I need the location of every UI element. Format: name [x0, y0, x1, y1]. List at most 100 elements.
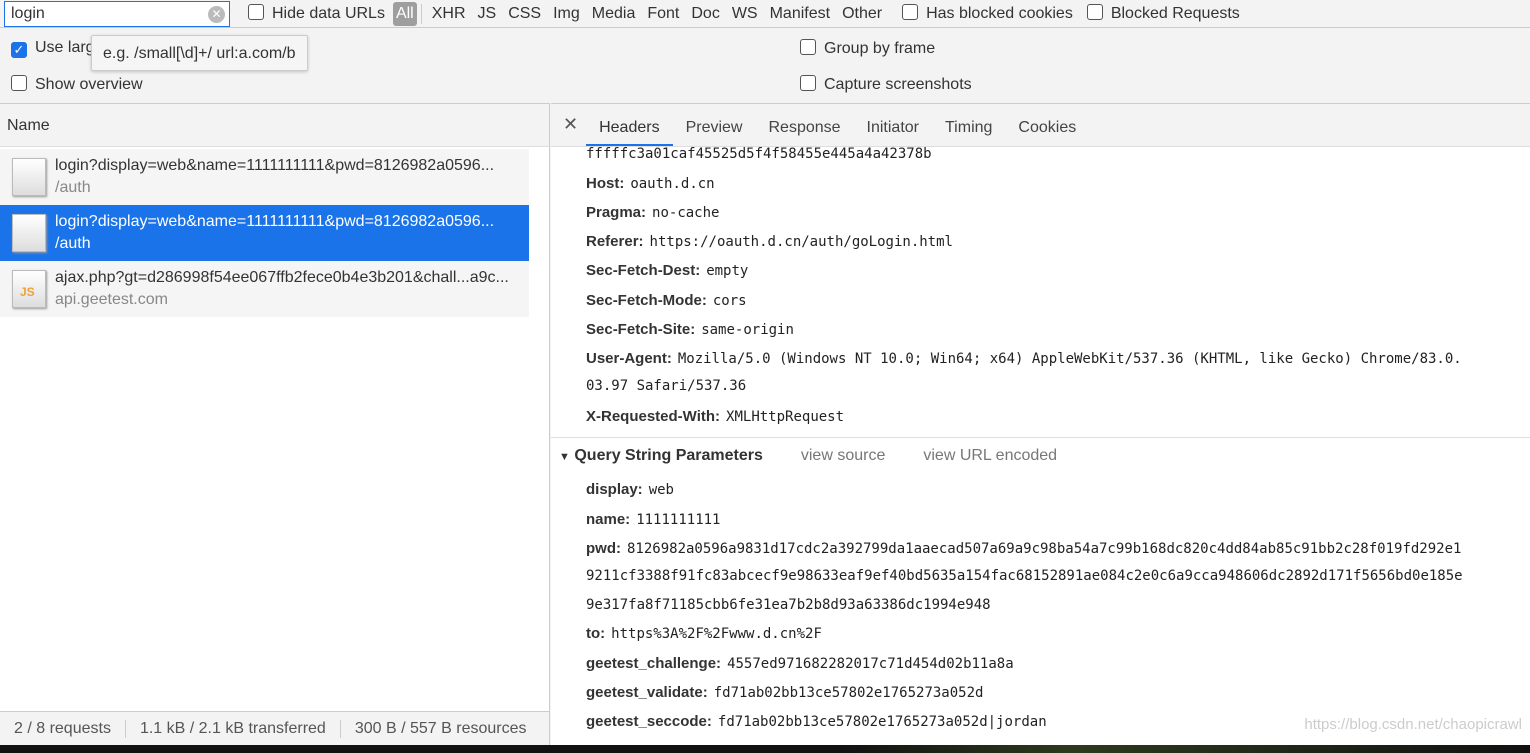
tab-initiator[interactable]: Initiator — [854, 119, 932, 146]
header-value: fd71ab02bb13ce57802e1765273a052d|jordan — [717, 714, 1047, 730]
request-row[interactable]: login?display=web&name=1111111111&pwd=81… — [0, 149, 529, 205]
triangle-down-icon: ▼ — [559, 451, 570, 463]
filter-bar: login ✕ Hide data URLs All XHR JS CSS Img… — [0, 0, 1530, 28]
header-value: Mozilla/5.0 (Windows NT 10.0; Win64; x64… — [677, 351, 1462, 367]
header-key: display: — [586, 481, 643, 498]
request-name: login?display=web&name=1111111111&pwd=81… — [55, 213, 495, 230]
request-path: api.geetest.com — [55, 291, 168, 308]
show-overview-checkbox[interactable]: Show overview — [11, 75, 143, 94]
column-header-name[interactable]: Name — [0, 104, 549, 147]
header-value: https://oauth.d.cn/auth/goLogin.html — [649, 234, 953, 250]
header-line: Sec-Fetch-Mode: cors — [586, 292, 747, 309]
status-bar: 2 / 8 requests 1.1 kB / 2.1 kB transferr… — [0, 711, 549, 745]
header-key: geetest_challenge: — [586, 655, 722, 672]
request-path: /auth — [55, 179, 91, 196]
close-icon[interactable]: ✕ — [551, 114, 586, 146]
type-css[interactable]: CSS — [502, 5, 547, 23]
checkbox-icon — [248, 4, 264, 20]
header-key: geetest_validate: — [586, 684, 708, 701]
header-value: no-cache — [652, 205, 720, 221]
view-url-encoded-link[interactable]: view URL encoded — [923, 447, 1057, 464]
type-all[interactable]: All — [392, 1, 417, 26]
tab-timing[interactable]: Timing — [932, 119, 1005, 146]
type-other[interactable]: Other — [836, 5, 888, 23]
type-doc[interactable]: Doc — [685, 5, 725, 23]
request-row-selected[interactable]: login?display=web&name=1111111111&pwd=81… — [0, 205, 529, 261]
header-value: 03.97 Safari/537.36 — [586, 378, 747, 394]
request-path: /auth — [55, 235, 91, 252]
checkbox-icon — [11, 75, 27, 91]
type-img[interactable]: Img — [547, 5, 586, 23]
header-value: 8126982a0596a9831d17cdc2a392799da1aaecad… — [627, 541, 1462, 557]
tab-headers[interactable]: Headers — [586, 119, 673, 146]
request-name: login?display=web&name=1111111111&pwd=81… — [55, 157, 495, 174]
type-manifest[interactable]: Manifest — [764, 5, 836, 23]
checkbox-icon — [800, 75, 816, 91]
header-line: 9e317fa8f71185cbb6fe31ea7b2b8d93a63386dc… — [586, 597, 991, 613]
header-key: Sec-Fetch-Site: — [586, 321, 696, 338]
divider — [551, 437, 1530, 438]
query-string-section[interactable]: ▼ Query String Parameters view source view… — [559, 447, 1057, 465]
filter-value: login — [11, 4, 45, 22]
type-js[interactable]: JS — [472, 5, 503, 23]
header-line: geetest_challenge: 4557ed971682282017c71d… — [586, 655, 1014, 672]
header-value: same-origin — [701, 322, 794, 338]
header-value: 9211cf3388f91fc83abcecf9e98633eaf9ef40bd… — [586, 568, 1463, 584]
label: Show overview — [35, 76, 143, 93]
detail-tabs: ✕ Headers Preview Response Initiator Tim… — [551, 104, 1530, 147]
capture-screenshots-checkbox[interactable]: Capture screenshots — [800, 75, 972, 94]
request-count: 2 / 8 requests — [0, 719, 126, 738]
header-line: display: web — [586, 481, 674, 498]
header-line: Sec-Fetch-Site: same-origin — [586, 321, 794, 338]
checkmark-icon: ✓ — [11, 42, 27, 58]
header-value: 9e317fa8f71185cbb6fe31ea7b2b8d93a63386dc… — [586, 597, 991, 613]
type-media[interactable]: Media — [586, 5, 642, 23]
header-value: 1111111111 — [636, 512, 721, 528]
header-value: XMLHttpRequest — [726, 409, 845, 425]
tab-response[interactable]: Response — [755, 119, 853, 146]
header-value: https%3A%2F%2Fwww.d.cn%2F — [611, 626, 822, 642]
header-key: Referer: — [586, 233, 644, 250]
view-source-link[interactable]: view source — [801, 447, 885, 464]
header-key: User-Agent: — [586, 350, 672, 367]
blocked-requests-checkbox[interactable]: Blocked Requests — [1086, 4, 1240, 23]
transferred-size: 1.1 kB / 2.1 kB transferred — [126, 719, 341, 738]
request-row[interactable]: JS ajax.php?gt=d286998f54ee067ffb2fece0b4… — [0, 261, 529, 317]
watermark: https://blog.csdn.net/chaopicrawl — [1304, 716, 1522, 733]
use-large-rows-checkbox[interactable]: ✓ Use larg — [11, 39, 95, 58]
header-key: Sec-Fetch-Mode: — [586, 292, 707, 309]
group-by-frame-checkbox[interactable]: Group by frame — [800, 39, 935, 58]
type-xhr[interactable]: XHR — [426, 5, 472, 23]
filter-tooltip: e.g. /small[\d]+/ url:a.com/b — [91, 35, 308, 71]
label: Hide data URLs — [272, 5, 385, 22]
header-line: geetest_validate: fd71ab02bb13ce57802e176… — [586, 684, 983, 701]
header-line: Sec-Fetch-Dest: empty — [586, 262, 748, 279]
clear-icon[interactable]: ✕ — [208, 5, 225, 23]
header-line: Pragma: no-cache — [586, 204, 719, 221]
header-line: to: https%3A%2F%2Fwww.d.cn%2F — [586, 625, 822, 642]
checkbox-icon — [1086, 4, 1103, 20]
header-line: 9211cf3388f91fc83abcecf9e98633eaf9ef40bd… — [586, 568, 1463, 584]
has-blocked-cookies-checkbox[interactable]: Has blocked cookies — [902, 4, 1073, 23]
tab-cookies[interactable]: Cookies — [1005, 119, 1089, 146]
background-strip — [0, 745, 1530, 753]
header-line: Referer: https://oauth.d.cn/auth/goLogin.… — [586, 233, 953, 250]
header-key: to: — [586, 625, 606, 642]
tab-preview[interactable]: Preview — [673, 119, 756, 146]
divider — [420, 3, 422, 24]
header-value: fd71ab02bb13ce57802e1765273a052d — [713, 685, 984, 701]
header-line: User-Agent: Mozilla/5.0 (Windows NT 10.0;… — [586, 350, 1462, 367]
header-line: 03.97 Safari/537.36 — [586, 378, 746, 394]
header-value: fffffc3a01caf45525d5f4f58455e445a4a42378… — [586, 146, 932, 162]
type-ws[interactable]: WS — [726, 5, 764, 23]
header-line: Host: oauth.d.cn — [586, 175, 715, 192]
header-line: pwd: 8126982a0596a9831d17cdc2a392799da1aa… — [586, 540, 1461, 557]
section-title: Query String Parameters — [574, 447, 763, 464]
filter-input[interactable]: login ✕ — [4, 0, 230, 27]
label: Group by frame — [824, 40, 936, 57]
header-line: fffffc3a01caf45525d5f4f58455e445a4a42378… — [586, 146, 932, 162]
resources-size: 300 B / 557 B resources — [354, 719, 527, 737]
header-line: name: 1111111111 — [586, 511, 720, 528]
type-font[interactable]: Font — [641, 5, 685, 23]
hide-data-urls-checkbox[interactable]: Hide data URLs — [248, 4, 385, 23]
